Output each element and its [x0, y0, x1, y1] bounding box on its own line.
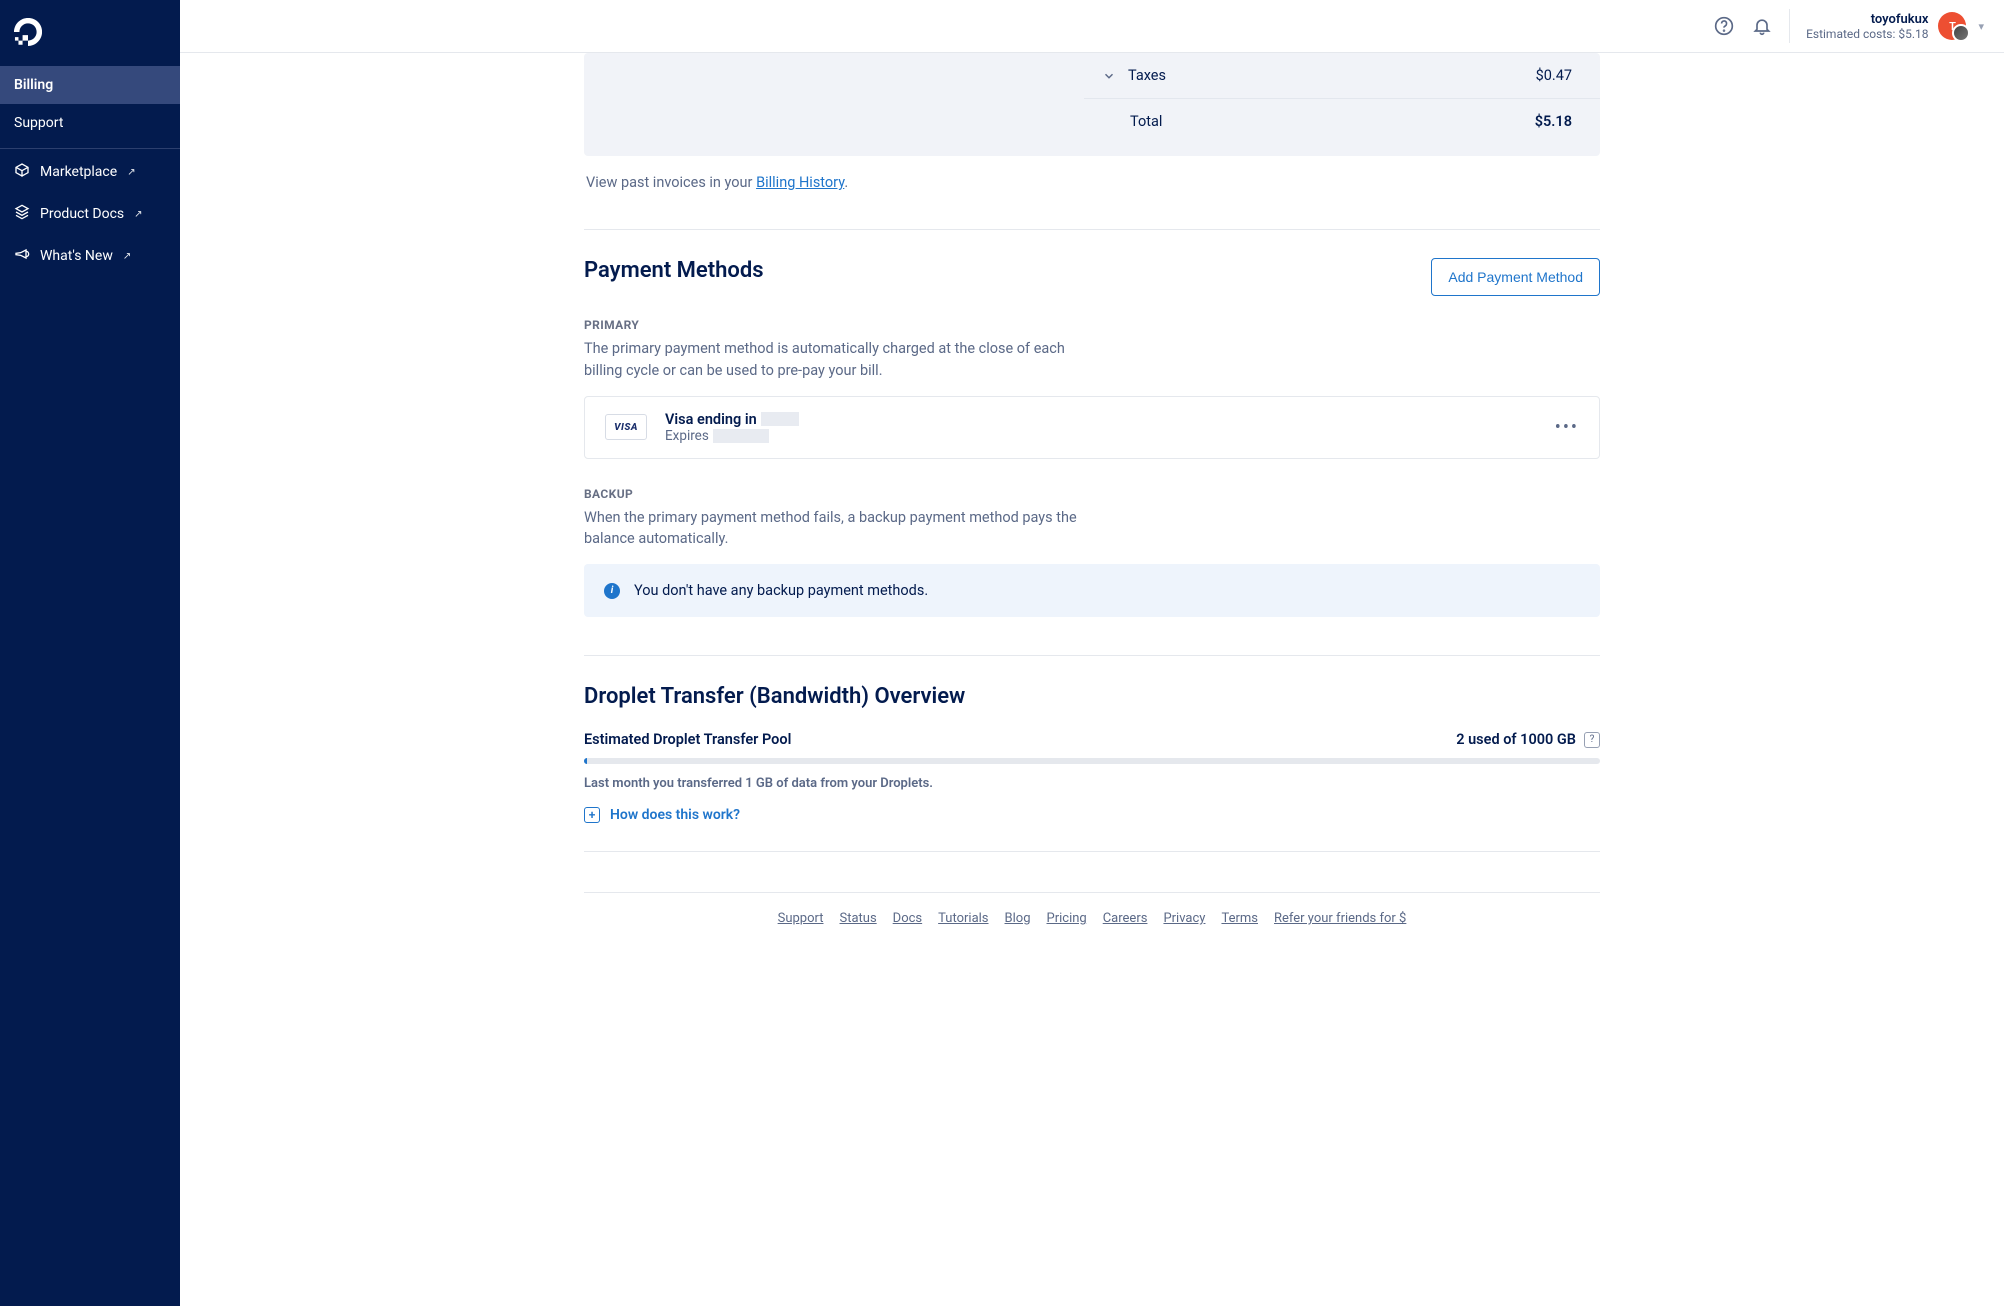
card-ending-label: Visa ending in	[665, 411, 757, 428]
past-invoices-text: View past invoices in your Billing Histo…	[586, 174, 1600, 191]
footer-link-status[interactable]: Status	[840, 911, 877, 926]
footer-link-blog[interactable]: Blog	[1005, 911, 1031, 926]
chevron-down-icon	[1102, 69, 1116, 83]
footer-link-tutorials[interactable]: Tutorials	[938, 911, 988, 926]
redacted-expiry	[713, 429, 769, 443]
footer-link-docs[interactable]: Docs	[893, 911, 922, 926]
help-icon[interactable]	[1713, 15, 1735, 37]
sidebar-item-label: Support	[14, 115, 63, 131]
sidebar-item-billing[interactable]: Billing	[0, 66, 180, 104]
cost-summary-card: Taxes $0.47 Total $5.18	[584, 53, 1600, 156]
last-month-text: Last month you transferred 1 GB of data …	[584, 776, 1600, 791]
backup-label: BACKUP	[584, 487, 1600, 501]
transfer-usage: 2 used of 1000 GB	[1456, 731, 1576, 748]
footer: Support Status Docs Tutorials Blog Prici…	[584, 892, 1600, 966]
user-menu[interactable]: toyofukux Estimated costs: $5.18 T ▾	[1806, 12, 1984, 41]
backup-empty-text: You don't have any backup payment method…	[634, 582, 928, 599]
external-link-icon: ↗	[127, 167, 135, 178]
add-payment-method-button[interactable]: Add Payment Method	[1431, 258, 1600, 296]
total-label: Total	[1130, 113, 1162, 130]
footer-link-terms[interactable]: Terms	[1221, 911, 1258, 926]
taxes-amount: $0.47	[1536, 67, 1572, 84]
taxes-label: Taxes	[1128, 67, 1166, 84]
backup-empty-banner: i You don't have any backup payment meth…	[584, 564, 1600, 617]
primary-payment-card: VISA Visa ending in Expires •••	[584, 396, 1600, 459]
username: toyofukux	[1806, 12, 1928, 27]
divider	[1789, 9, 1790, 43]
chevron-down-icon: ▾	[1978, 20, 1984, 33]
plus-icon: +	[584, 807, 600, 823]
sidebar-link-label: Product Docs	[40, 206, 124, 222]
megaphone-icon	[14, 246, 30, 266]
sidebar-link-label: What's New	[40, 248, 113, 264]
backup-description: When the primary payment method fails, a…	[584, 507, 1104, 551]
sidebar-item-label: Billing	[14, 77, 53, 93]
estimated-costs: Estimated costs: $5.18	[1806, 27, 1928, 41]
primary-description: The primary payment method is automatica…	[584, 338, 1104, 382]
sidebar-item-support[interactable]: Support	[0, 104, 180, 142]
card-expires-label: Expires	[665, 428, 709, 444]
footer-link-support[interactable]: Support	[778, 911, 824, 926]
sidebar: Billing Support Marketplace ↗ Product Do…	[0, 0, 180, 1306]
card-actions-menu[interactable]: •••	[1555, 417, 1579, 438]
divider	[584, 851, 1600, 852]
sidebar-link-marketplace[interactable]: Marketplace ↗	[0, 151, 180, 193]
summary-row-taxes[interactable]: Taxes $0.47	[1084, 53, 1600, 99]
divider	[584, 229, 1600, 230]
transfer-pool-label: Estimated Droplet Transfer Pool	[584, 731, 791, 748]
bell-icon[interactable]	[1751, 15, 1773, 37]
redacted-card-last4	[761, 412, 799, 426]
external-link-icon: ↗	[134, 209, 142, 220]
divider	[584, 655, 1600, 656]
total-amount: $5.18	[1535, 113, 1572, 130]
avatar: T	[1938, 12, 1966, 40]
sidebar-link-whats-new[interactable]: What's New ↗	[0, 235, 180, 277]
transfer-progress-fill	[584, 758, 587, 764]
primary-label: PRIMARY	[584, 318, 1600, 332]
visa-icon: VISA	[605, 414, 647, 440]
transfer-progress-bar	[584, 758, 1600, 764]
divider	[0, 148, 180, 149]
footer-link-pricing[interactable]: Pricing	[1047, 911, 1087, 926]
sidebar-link-label: Marketplace	[40, 164, 117, 180]
topbar: toyofukux Estimated costs: $5.18 T ▾	[180, 0, 2004, 53]
help-tooltip-icon[interactable]: ?	[1584, 732, 1600, 748]
digitalocean-logo-icon	[14, 18, 42, 46]
footer-link-privacy[interactable]: Privacy	[1163, 911, 1205, 926]
box-icon	[14, 162, 30, 182]
transfer-heading: Droplet Transfer (Bandwidth) Overview	[584, 684, 1600, 709]
billing-history-link[interactable]: Billing History	[756, 174, 844, 191]
footer-link-careers[interactable]: Careers	[1103, 911, 1148, 926]
layers-icon	[14, 204, 30, 224]
logo[interactable]	[0, 0, 180, 66]
how-does-this-work-link[interactable]: + How does this work?	[584, 807, 1600, 823]
footer-link-refer[interactable]: Refer your friends for $	[1274, 911, 1406, 926]
info-icon: i	[604, 583, 620, 599]
payment-methods-heading: Payment Methods	[584, 258, 764, 283]
sidebar-link-product-docs[interactable]: Product Docs ↗	[0, 193, 180, 235]
summary-row-total: Total $5.18	[1084, 99, 1600, 144]
external-link-icon: ↗	[123, 251, 131, 262]
